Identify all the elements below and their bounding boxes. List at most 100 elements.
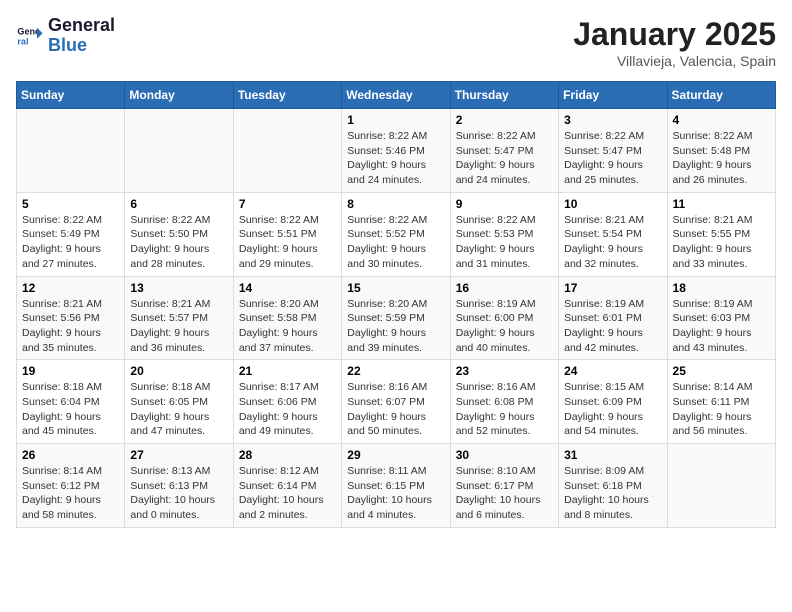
svg-text:Gene: Gene: [17, 26, 40, 36]
day-info: Sunrise: 8:14 AMSunset: 6:12 PMDaylight:…: [22, 464, 119, 523]
col-friday: Friday: [559, 82, 667, 109]
day-number: 4: [673, 113, 770, 127]
calendar-cell: 31Sunrise: 8:09 AMSunset: 6:18 PMDayligh…: [559, 444, 667, 528]
calendar-cell: 10 Sunrise: 8:21 AMSunset: 5:54 PMDayligh…: [559, 192, 667, 276]
day-info: Sunrise: 8:22 AMSunset: 5:46 PMDaylight:…: [347, 129, 444, 188]
calendar-cell: [125, 109, 233, 193]
calendar-week-4: 19 Sunrise: 8:18 AMSunset: 6:04 PMDayligh…: [17, 360, 776, 444]
calendar-cell: 27 Sunrise: 8:13 AMSunset: 6:13 PMDayligh…: [125, 444, 233, 528]
day-number: 7: [239, 197, 336, 211]
day-number: 8: [347, 197, 444, 211]
day-info: Sunrise: 8:22 AMSunset: 5:47 PMDaylight:…: [456, 129, 553, 188]
col-thursday: Thursday: [450, 82, 558, 109]
calendar-cell: 22 Sunrise: 8:16 AMSunset: 6:07 PMDayligh…: [342, 360, 450, 444]
calendar-cell: 6 Sunrise: 8:22 AMSunset: 5:50 PMDaylight…: [125, 192, 233, 276]
calendar-cell: [233, 109, 341, 193]
calendar-body: 1 Sunrise: 8:22 AMSunset: 5:46 PMDaylight…: [17, 109, 776, 528]
day-info: Sunrise: 8:19 AMSunset: 6:00 PMDaylight:…: [456, 297, 553, 356]
calendar-cell: 19 Sunrise: 8:18 AMSunset: 6:04 PMDayligh…: [17, 360, 125, 444]
day-number: 18: [673, 281, 770, 295]
calendar-cell: [667, 444, 775, 528]
day-number: 28: [239, 448, 336, 462]
calendar-cell: 9 Sunrise: 8:22 AMSunset: 5:53 PMDaylight…: [450, 192, 558, 276]
day-number: 24: [564, 364, 661, 378]
day-number: 2: [456, 113, 553, 127]
day-number: 1: [347, 113, 444, 127]
day-number: 11: [673, 197, 770, 211]
day-info: Sunrise: 8:11 AMSunset: 6:15 PMDaylight:…: [347, 464, 444, 523]
day-info: Sunrise: 8:16 AMSunset: 6:08 PMDaylight:…: [456, 380, 553, 439]
day-info: Sunrise: 8:09 AMSunset: 6:18 PMDaylight:…: [564, 464, 661, 523]
day-info: Sunrise: 8:15 AMSunset: 6:09 PMDaylight:…: [564, 380, 661, 439]
col-saturday: Saturday: [667, 82, 775, 109]
day-info: Sunrise: 8:19 AMSunset: 6:03 PMDaylight:…: [673, 297, 770, 356]
day-number: 14: [239, 281, 336, 295]
weekday-row: Sunday Monday Tuesday Wednesday Thursday…: [17, 82, 776, 109]
calendar-header: Sunday Monday Tuesday Wednesday Thursday…: [17, 82, 776, 109]
day-number: 9: [456, 197, 553, 211]
calendar-cell: 24 Sunrise: 8:15 AMSunset: 6:09 PMDayligh…: [559, 360, 667, 444]
col-sunday: Sunday: [17, 82, 125, 109]
day-number: 22: [347, 364, 444, 378]
day-number: 12: [22, 281, 119, 295]
svg-text:ral: ral: [17, 36, 28, 46]
day-info: Sunrise: 8:22 AMSunset: 5:48 PMDaylight:…: [673, 129, 770, 188]
calendar-week-2: 5Sunrise: 8:22 AMSunset: 5:49 PMDaylight…: [17, 192, 776, 276]
location: Villavieja, Valencia, Spain: [573, 53, 776, 69]
calendar-week-3: 12Sunrise: 8:21 AMSunset: 5:56 PMDayligh…: [17, 276, 776, 360]
calendar-cell: 3 Sunrise: 8:22 AMSunset: 5:47 PMDaylight…: [559, 109, 667, 193]
calendar-cell: 7Sunrise: 8:22 AMSunset: 5:51 PMDaylight…: [233, 192, 341, 276]
calendar-cell: 14 Sunrise: 8:20 AMSunset: 5:58 PMDayligh…: [233, 276, 341, 360]
day-info: Sunrise: 8:21 AMSunset: 5:54 PMDaylight:…: [564, 213, 661, 272]
day-number: 19: [22, 364, 119, 378]
calendar-table: Sunday Monday Tuesday Wednesday Thursday…: [16, 81, 776, 528]
day-info: Sunrise: 8:18 AMSunset: 6:04 PMDaylight:…: [22, 380, 119, 439]
page-header: Gene ral General Blue January 2025 Villa…: [16, 16, 776, 69]
col-tuesday: Tuesday: [233, 82, 341, 109]
day-number: 29: [347, 448, 444, 462]
day-number: 16: [456, 281, 553, 295]
calendar-cell: 12Sunrise: 8:21 AMSunset: 5:56 PMDayligh…: [17, 276, 125, 360]
calendar-week-1: 1 Sunrise: 8:22 AMSunset: 5:46 PMDaylight…: [17, 109, 776, 193]
calendar-week-5: 26Sunrise: 8:14 AMSunset: 6:12 PMDayligh…: [17, 444, 776, 528]
calendar-cell: 20Sunrise: 8:18 AMSunset: 6:05 PMDayligh…: [125, 360, 233, 444]
calendar-cell: 26Sunrise: 8:14 AMSunset: 6:12 PMDayligh…: [17, 444, 125, 528]
day-number: 23: [456, 364, 553, 378]
day-info: Sunrise: 8:22 AMSunset: 5:53 PMDaylight:…: [456, 213, 553, 272]
day-number: 30: [456, 448, 553, 462]
day-info: Sunrise: 8:22 AMSunset: 5:49 PMDaylight:…: [22, 213, 119, 272]
day-info: Sunrise: 8:21 AMSunset: 5:57 PMDaylight:…: [130, 297, 227, 356]
day-info: Sunrise: 8:17 AMSunset: 6:06 PMDaylight:…: [239, 380, 336, 439]
calendar-cell: 25Sunrise: 8:14 AMSunset: 6:11 PMDayligh…: [667, 360, 775, 444]
calendar-cell: 21Sunrise: 8:17 AMSunset: 6:06 PMDayligh…: [233, 360, 341, 444]
day-number: 15: [347, 281, 444, 295]
day-info: Sunrise: 8:20 AMSunset: 5:59 PMDaylight:…: [347, 297, 444, 356]
day-info: Sunrise: 8:13 AMSunset: 6:13 PMDaylight:…: [130, 464, 227, 523]
logo-icon: Gene ral: [16, 22, 44, 50]
col-wednesday: Wednesday: [342, 82, 450, 109]
calendar-cell: 18 Sunrise: 8:19 AMSunset: 6:03 PMDayligh…: [667, 276, 775, 360]
day-number: 6: [130, 197, 227, 211]
calendar-cell: 30 Sunrise: 8:10 AMSunset: 6:17 PMDayligh…: [450, 444, 558, 528]
day-number: 3: [564, 113, 661, 127]
day-info: Sunrise: 8:22 AMSunset: 5:50 PMDaylight:…: [130, 213, 227, 272]
title-area: January 2025 Villavieja, Valencia, Spain: [573, 16, 776, 69]
calendar-cell: 11 Sunrise: 8:21 AMSunset: 5:55 PMDayligh…: [667, 192, 775, 276]
calendar-cell: 13Sunrise: 8:21 AMSunset: 5:57 PMDayligh…: [125, 276, 233, 360]
calendar-cell: 8 Sunrise: 8:22 AMSunset: 5:52 PMDaylight…: [342, 192, 450, 276]
day-info: Sunrise: 8:14 AMSunset: 6:11 PMDaylight:…: [673, 380, 770, 439]
calendar-cell: 1 Sunrise: 8:22 AMSunset: 5:46 PMDaylight…: [342, 109, 450, 193]
day-info: Sunrise: 8:16 AMSunset: 6:07 PMDaylight:…: [347, 380, 444, 439]
day-info: Sunrise: 8:21 AMSunset: 5:55 PMDaylight:…: [673, 213, 770, 272]
day-info: Sunrise: 8:22 AMSunset: 5:47 PMDaylight:…: [564, 129, 661, 188]
day-info: Sunrise: 8:18 AMSunset: 6:05 PMDaylight:…: [130, 380, 227, 439]
calendar-cell: 5Sunrise: 8:22 AMSunset: 5:49 PMDaylight…: [17, 192, 125, 276]
day-info: Sunrise: 8:22 AMSunset: 5:52 PMDaylight:…: [347, 213, 444, 272]
calendar-cell: 29 Sunrise: 8:11 AMSunset: 6:15 PMDayligh…: [342, 444, 450, 528]
day-number: 27: [130, 448, 227, 462]
day-info: Sunrise: 8:20 AMSunset: 5:58 PMDaylight:…: [239, 297, 336, 356]
calendar-cell: 4 Sunrise: 8:22 AMSunset: 5:48 PMDaylight…: [667, 109, 775, 193]
day-info: Sunrise: 8:10 AMSunset: 6:17 PMDaylight:…: [456, 464, 553, 523]
col-monday: Monday: [125, 82, 233, 109]
day-number: 10: [564, 197, 661, 211]
